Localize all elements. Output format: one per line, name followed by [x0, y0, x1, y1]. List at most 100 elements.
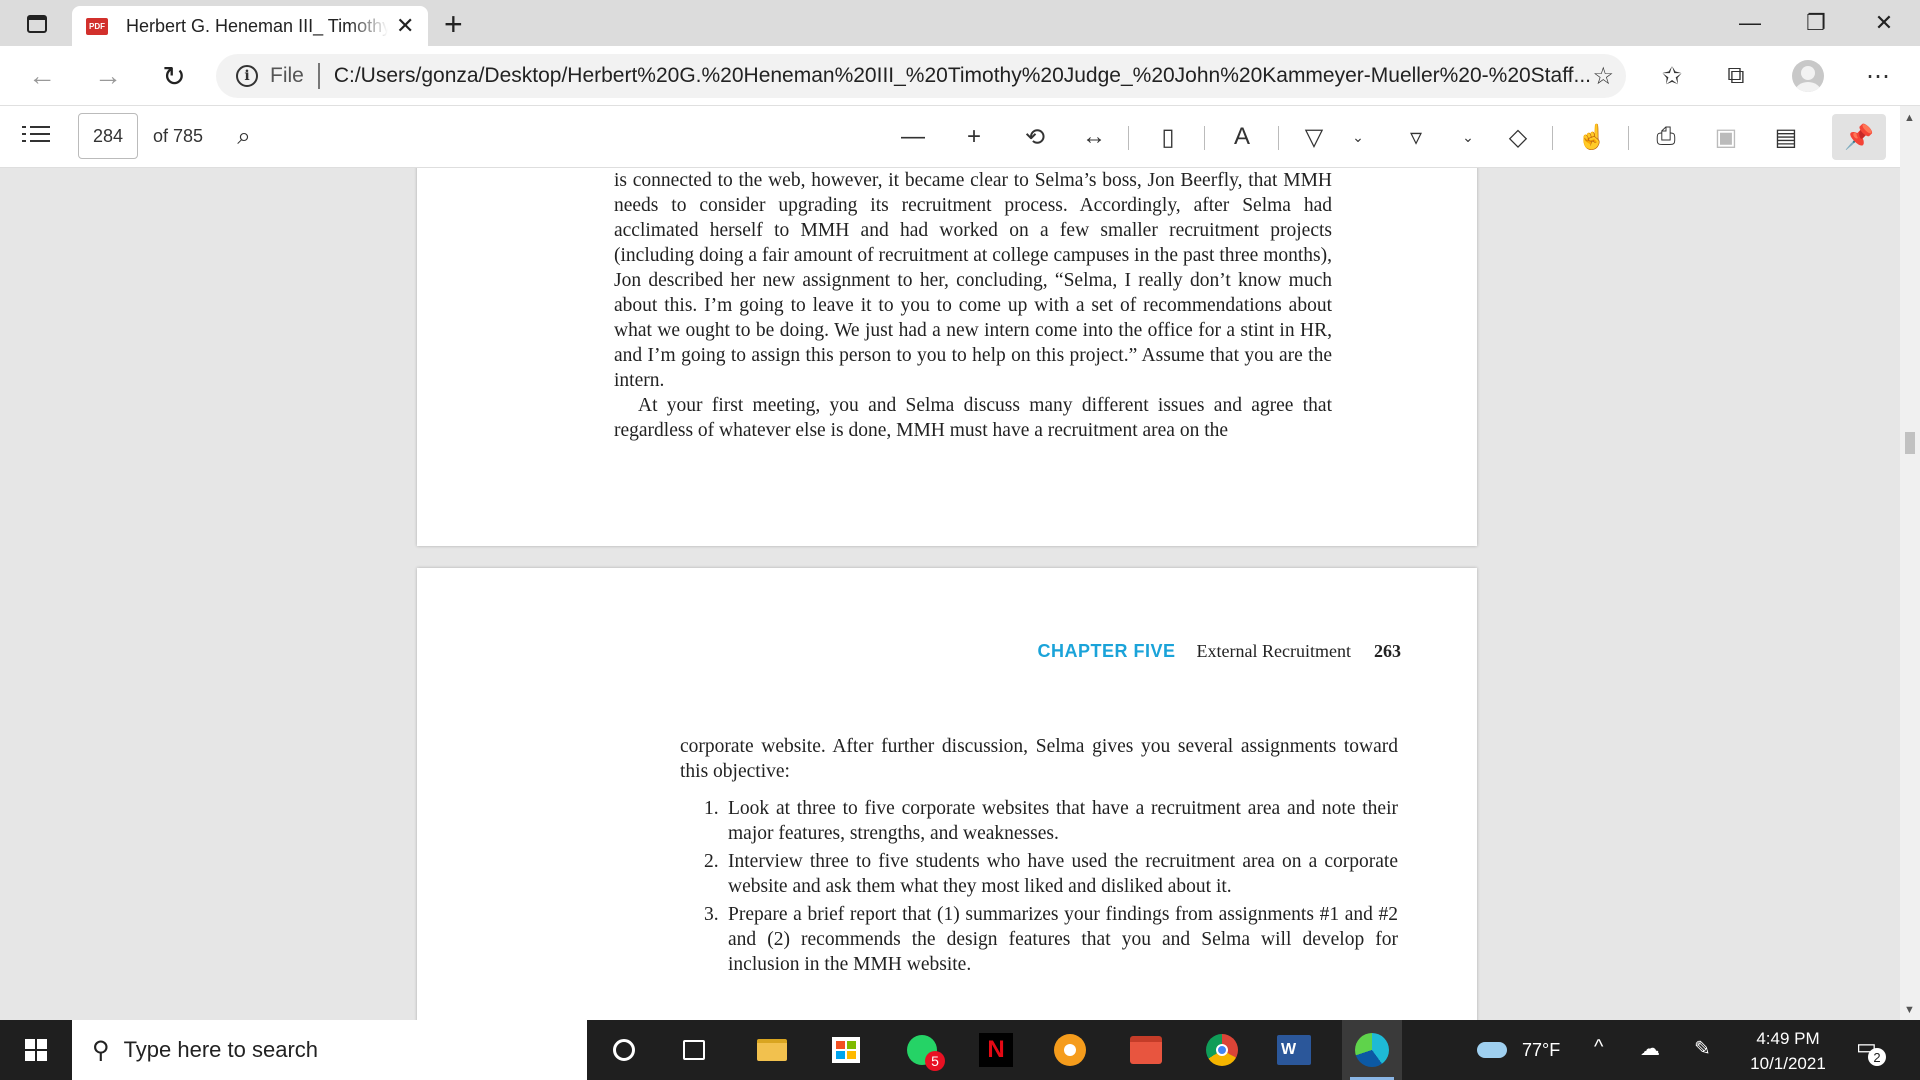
taskbar: ⚲ Type here to search 5 N W 77°F ^ ☁ ✎ 4…	[0, 1020, 1920, 1080]
info-icon[interactable]: i	[236, 65, 258, 87]
read-aloud-icon[interactable]: A	[1222, 118, 1262, 156]
pdf-file-icon: PDF	[86, 17, 108, 35]
list-number: 3.	[704, 904, 719, 925]
add-favorite-icon[interactable]: ☆	[1592, 62, 1614, 91]
toolbar-separator	[1204, 126, 1205, 150]
save-as-icon[interactable]: ▤	[1766, 118, 1806, 156]
tab-actions-icon[interactable]	[20, 10, 54, 38]
netflix-letter: N	[979, 1033, 1013, 1067]
window-app-icon[interactable]	[1116, 1020, 1176, 1080]
pdf-page-current: CHAPTER FIVE External Recruitment 263 co…	[417, 568, 1477, 1020]
weather-temp[interactable]: 77°F	[1522, 1040, 1560, 1061]
start-button[interactable]	[0, 1020, 72, 1080]
more-menu-icon[interactable]: ⋯	[1858, 58, 1898, 94]
whatsapp-badge: 5	[925, 1051, 945, 1071]
back-arrow-icon[interactable]: ←	[22, 58, 62, 94]
pdf-viewport[interactable]: is connected to the web, however, it bec…	[0, 168, 1900, 1020]
forward-arrow-icon[interactable]: →	[88, 58, 128, 94]
page-view-icon[interactable]: ▯	[1148, 118, 1188, 156]
find-search-icon[interactable]: ⌕	[224, 118, 264, 156]
pin-toolbar-icon[interactable]: 📌	[1832, 114, 1886, 160]
page1-body: is connected to the web, however, it bec…	[614, 168, 1332, 443]
address-url[interactable]: C:/Users/gonza/Desktop/Herbert%20G.%20He…	[334, 64, 1591, 88]
assignment-list: 1. Look at three to five corporate websit…	[680, 796, 1398, 977]
zoom-out-icon[interactable]: —	[893, 118, 933, 156]
draw-icon[interactable]: ▽	[1294, 118, 1334, 156]
table-of-contents-icon[interactable]	[22, 124, 52, 148]
chapter-label: CHAPTER FIVE	[1037, 641, 1176, 661]
collections-icon[interactable]: ⧉	[1716, 58, 1756, 94]
scroll-down-icon[interactable]: ▼	[1904, 1004, 1915, 1016]
vertical-scrollbar[interactable]: ▲ ▼	[1900, 106, 1920, 1020]
network-error-icon[interactable]: ☁	[1640, 1036, 1660, 1061]
list-number: 2.	[704, 851, 719, 872]
pen-icon[interactable]: ✎	[1694, 1036, 1711, 1061]
paragraph: At your first meeting, you and Selma dis…	[614, 395, 1332, 441]
whatsapp-icon[interactable]: 5	[892, 1020, 952, 1080]
profile-avatar[interactable]	[1792, 60, 1824, 92]
paragraph: corporate website. After further discuss…	[680, 736, 1398, 782]
refresh-icon[interactable]: ↻	[154, 58, 194, 94]
favorites-icon[interactable]: ✩	[1652, 58, 1692, 94]
tab-strip: PDF Herbert G. Heneman III_ Timothy Judg…	[0, 0, 1920, 46]
clock-time: 4:49 PM	[1756, 1029, 1820, 1048]
address-bar[interactable]: i File C:/Users/gonza/Desktop/Herbert%20…	[216, 54, 1626, 98]
taskbar-search[interactable]: ⚲ Type here to search	[72, 1020, 587, 1080]
list-item: 1. Look at three to five corporate websit…	[680, 796, 1398, 846]
eraser-icon[interactable]: ◇	[1498, 118, 1538, 156]
chrome-icon[interactable]	[1192, 1020, 1252, 1080]
toolbar-separator	[1552, 126, 1553, 150]
close-window-icon[interactable]: ✕	[1854, 6, 1914, 40]
netflix-icon[interactable]: N	[966, 1020, 1026, 1080]
notification-count: 2	[1868, 1048, 1886, 1066]
clock-date: 10/1/2021	[1750, 1054, 1826, 1073]
weather-cloud-icon[interactable]	[1462, 1020, 1522, 1080]
scroll-up-icon[interactable]: ▲	[1904, 112, 1915, 124]
tab-title: Herbert G. Heneman III_ Timothy Judge_ J…	[126, 15, 388, 36]
new-tab-icon[interactable]: +	[444, 6, 463, 43]
page-number-input[interactable]: 284	[78, 113, 138, 159]
microsoft-store-icon[interactable]	[816, 1020, 876, 1080]
print-icon[interactable]: ⎙	[1646, 118, 1686, 156]
search-placeholder: Type here to search	[123, 1037, 319, 1062]
draw-options-chevron-icon[interactable]: ⌄	[1346, 118, 1370, 156]
page-total: of 785	[153, 126, 204, 146]
cortana-icon[interactable]	[594, 1020, 654, 1080]
word-letter: W	[1277, 1035, 1311, 1065]
chapter-title: External Recruitment	[1196, 641, 1351, 661]
browser-tab[interactable]: PDF Herbert G. Heneman III_ Timothy Judg…	[72, 6, 428, 46]
file-explorer-icon[interactable]	[742, 1020, 802, 1080]
rotate-icon[interactable]: ⟲	[1015, 118, 1055, 156]
running-head: CHAPTER FIVE External Recruitment 263	[1038, 641, 1402, 662]
tray-chevron-up-icon[interactable]: ^	[1594, 1036, 1603, 1059]
list-text: Prepare a brief report that (1) summariz…	[728, 904, 1398, 975]
scrollbar-thumb[interactable]	[1905, 432, 1915, 454]
page-folio: 263	[1374, 641, 1401, 661]
browser-toolbar: ← → ↻ i File C:/Users/gonza/Desktop/Herb…	[0, 46, 1920, 106]
tab-close-icon[interactable]: ✕	[396, 13, 414, 39]
save-icon[interactable]: ▣	[1706, 118, 1746, 156]
clock[interactable]: 4:49 PM 10/1/2021	[1738, 1026, 1838, 1076]
brave-browser-icon[interactable]	[1040, 1020, 1100, 1080]
windows-logo-icon	[25, 1039, 47, 1061]
task-view-icon[interactable]	[664, 1020, 724, 1080]
list-text: Look at three to five corporate websites…	[728, 798, 1398, 844]
pdf-toolbar: 284 of 785 ⌕ — + ⟲ ↔ ▯ A ▽ ⌄ ▿ ⌄ ◇ ☝ ⎙ ▣…	[0, 106, 1900, 168]
touch-select-icon[interactable]: ☝	[1572, 118, 1612, 156]
list-item: 3. Prepare a brief report that (1) summar…	[680, 902, 1398, 977]
zoom-in-icon[interactable]: +	[954, 118, 994, 156]
fit-width-icon[interactable]: ↔	[1074, 118, 1114, 156]
address-separator	[317, 63, 320, 89]
paragraph: is connected to the web, however, it bec…	[614, 170, 1332, 391]
edge-icon[interactable]	[1342, 1020, 1402, 1080]
minimize-icon[interactable]: —	[1720, 6, 1780, 40]
page2-body: corporate website. After further discuss…	[680, 734, 1398, 980]
word-icon[interactable]: W	[1264, 1020, 1324, 1080]
restore-icon[interactable]: ❐	[1786, 6, 1846, 40]
highlight-options-chevron-icon[interactable]: ⌄	[1456, 118, 1480, 156]
list-number: 1.	[704, 798, 719, 819]
list-item: 2. Interview three to five students who h…	[680, 849, 1398, 899]
notification-center-icon[interactable]: ▭ 2	[1856, 1034, 1886, 1066]
highlight-icon[interactable]: ▿	[1396, 118, 1436, 156]
toolbar-separator	[1128, 126, 1129, 150]
